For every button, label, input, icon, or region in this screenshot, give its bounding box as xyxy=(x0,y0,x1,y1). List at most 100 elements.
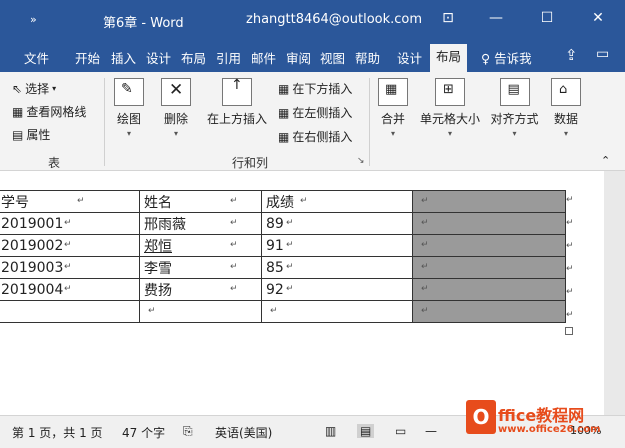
cell-end-mark: ↵ xyxy=(230,240,238,250)
alignment-label: 对齐方式 xyxy=(490,112,539,126)
tab-insert[interactable]: 插入 xyxy=(111,48,136,67)
minimize-button[interactable]: — xyxy=(484,10,508,26)
tab-table-layout[interactable]: 布局 xyxy=(430,44,468,72)
tab-view[interactable]: 视图 xyxy=(320,48,345,67)
table-resize-handle[interactable] xyxy=(565,327,573,335)
quick-access-toolbar-button[interactable]: » xyxy=(30,13,37,26)
table-cell[interactable]: 2019003 ↵ xyxy=(0,256,140,279)
tab-file[interactable]: 文件 xyxy=(24,48,49,67)
print-layout-icon[interactable]: ▤ xyxy=(357,424,375,438)
dialog-launcher-icon[interactable]: ↘ xyxy=(357,156,365,166)
table-cell[interactable]: 成绩 ↵ xyxy=(261,190,413,213)
table-cell[interactable] xyxy=(0,300,140,323)
view-gridlines-button[interactable]: ▦ 查看网格线 xyxy=(12,103,86,120)
row-end-mark: ↵ xyxy=(566,287,574,297)
alignment-button[interactable]: ▤ 对齐方式 ▾ xyxy=(487,78,542,138)
table-cell[interactable]: 89 ↵ xyxy=(261,212,413,235)
score-table[interactable]: 学号 ↵ 姓名 ↵ 成绩 ↵ ↵ 2019001 ↵ 邢雨薇 ↵ 89 ↵ ↵ 201900… xyxy=(0,190,566,323)
table-cell[interactable]: 92 ↵ xyxy=(261,278,413,301)
table-cell[interactable]: 85 ↵ xyxy=(261,256,413,279)
selected-table-cell[interactable]: ↵ xyxy=(412,190,566,213)
tab-references[interactable]: 引用 xyxy=(216,48,241,67)
cell-end-mark: ↵ xyxy=(286,240,294,250)
table-cell[interactable]: 郑恒 ↵ xyxy=(139,234,262,257)
cell-end-mark: ↵ xyxy=(270,306,278,316)
data-icon: ⌂ xyxy=(551,78,581,106)
maximize-button[interactable]: ☐ xyxy=(535,10,559,26)
table-cell[interactable]: 2019002 ↵ xyxy=(0,234,140,257)
collapse-ribbon-icon[interactable]: ⌃ xyxy=(601,154,610,167)
delete-button[interactable]: ✕ 删除 ▾ xyxy=(157,78,195,138)
table-row: 2019002 ↵ 郑恒 ↵ 91 ↵ ↵ xyxy=(0,234,566,257)
table-cell[interactable]: 李雪 ↵ xyxy=(139,256,262,279)
tab-design[interactable]: 设计 xyxy=(146,48,171,67)
chevron-down-icon: ▾ xyxy=(563,129,568,138)
zoom-out-button[interactable]: — xyxy=(425,424,437,438)
tab-mailings[interactable]: 邮件 xyxy=(251,48,276,67)
insert-below-label: 在下方插入 xyxy=(292,82,353,96)
row-end-mark: ↵ xyxy=(566,310,574,320)
table-cell[interactable]: ↵ xyxy=(261,300,413,323)
row-end-mark: ↵ xyxy=(566,264,574,274)
document-area: 学号 ↵ 姓名 ↵ 成绩 ↵ ↵ 2019001 ↵ 邢雨薇 ↵ 89 ↵ ↵ 201900… xyxy=(0,171,625,415)
page-count[interactable]: 第 1 页，共 1 页 xyxy=(12,424,103,441)
proofing-icon[interactable]: ⎘ xyxy=(183,424,193,439)
table-cell[interactable]: 邢雨薇 ↵ xyxy=(139,212,262,235)
select-button[interactable]: ⇖ 选择 ▾ xyxy=(12,80,56,97)
tab-table-design[interactable]: 设计 xyxy=(397,48,422,67)
word-count[interactable]: 47 个字 xyxy=(122,424,165,441)
selected-table-cell[interactable]: ↵ xyxy=(412,300,566,323)
tab-review[interactable]: 审阅 xyxy=(286,48,311,67)
table-row: ↵ ↵ ↵ xyxy=(0,300,566,323)
tell-me-label: 告诉我 xyxy=(494,51,532,66)
insert-below-button[interactable]: ▦ 在下方插入 xyxy=(278,80,352,97)
chevron-down-icon: ▾ xyxy=(390,129,395,138)
comments-icon[interactable]: ▭ xyxy=(596,46,609,62)
table-cell[interactable]: 91 ↵ xyxy=(261,234,413,257)
web-layout-icon[interactable]: ▭ xyxy=(395,424,406,438)
table-cell[interactable]: 费扬 ↵ xyxy=(139,278,262,301)
merge-label: 合并 xyxy=(380,112,405,126)
row-end-mark: ↵ xyxy=(566,218,574,228)
merge-button[interactable]: ▦ 合并 ▾ xyxy=(377,78,409,138)
selected-table-cell[interactable]: ↵ xyxy=(412,278,566,301)
lightbulb-icon: ♀ xyxy=(481,51,491,66)
table-cell[interactable]: ↵ xyxy=(139,300,262,323)
draw-table-icon: ✎ xyxy=(114,78,144,106)
read-mode-icon[interactable]: ▥ xyxy=(325,424,336,438)
table-cell[interactable]: 学号 ↵ xyxy=(0,190,140,213)
merge-cells-icon: ▦ xyxy=(378,78,408,106)
office-logo-icon: O xyxy=(466,400,496,434)
document-page[interactable]: 学号 ↵ 姓名 ↵ 成绩 ↵ ↵ 2019001 ↵ 邢雨薇 ↵ 89 ↵ ↵ 201900… xyxy=(0,171,604,415)
tab-home[interactable]: 开始 xyxy=(75,48,100,67)
selected-table-cell[interactable]: ↵ xyxy=(412,212,566,235)
draw-button[interactable]: ✎ 绘图 ▾ xyxy=(112,78,146,138)
vertical-scrollbar[interactable] xyxy=(604,171,625,415)
tab-layout[interactable]: 布局 xyxy=(181,48,206,67)
cell-size-button[interactable]: ⊞ 单元格大小 ▾ xyxy=(417,78,483,138)
ribbon-tabs: 文件 开始 插入 设计 布局 引用 邮件 审阅 视图 帮助 设计 布局 ♀ 告诉… xyxy=(0,41,625,72)
insert-right-button[interactable]: ▦ 在右侧插入 xyxy=(278,128,352,145)
close-button[interactable]: ✕ xyxy=(586,10,610,26)
cell-end-mark: ↵ xyxy=(148,306,156,316)
share-icon[interactable]: ⇪ xyxy=(565,46,578,64)
selected-table-cell[interactable]: ↵ xyxy=(412,234,566,257)
insert-above-button[interactable]: ↑ 在上方插入 xyxy=(203,77,271,127)
table-cell[interactable]: 2019004 ↵ xyxy=(0,278,140,301)
table-cell[interactable]: 2019001 ↵ xyxy=(0,212,140,235)
table-cell[interactable]: 姓名 ↵ xyxy=(139,190,262,213)
language-indicator[interactable]: 英语(美国) xyxy=(215,424,272,441)
cell-end-mark: ↵ xyxy=(230,284,238,294)
data-button[interactable]: ⌂ 数据 ▾ xyxy=(550,78,582,138)
selected-table-cell[interactable]: ↵ xyxy=(412,256,566,279)
ribbon-display-options-icon[interactable]: ⊡ xyxy=(436,10,460,26)
insert-left-button[interactable]: ▦ 在左侧插入 xyxy=(278,104,352,121)
properties-button[interactable]: ▤ 属性 xyxy=(12,126,50,143)
account-name[interactable]: zhangtt8464@outlook.com xyxy=(246,12,422,27)
tell-me-button[interactable]: ♀ 告诉我 xyxy=(481,48,532,67)
chevron-down-icon: ▾ xyxy=(512,129,517,138)
cell-end-mark: ↵ xyxy=(230,196,238,206)
tab-help[interactable]: 帮助 xyxy=(355,48,380,67)
select-label: 选择 xyxy=(25,82,50,96)
insert-right-label: 在右侧插入 xyxy=(292,130,353,144)
